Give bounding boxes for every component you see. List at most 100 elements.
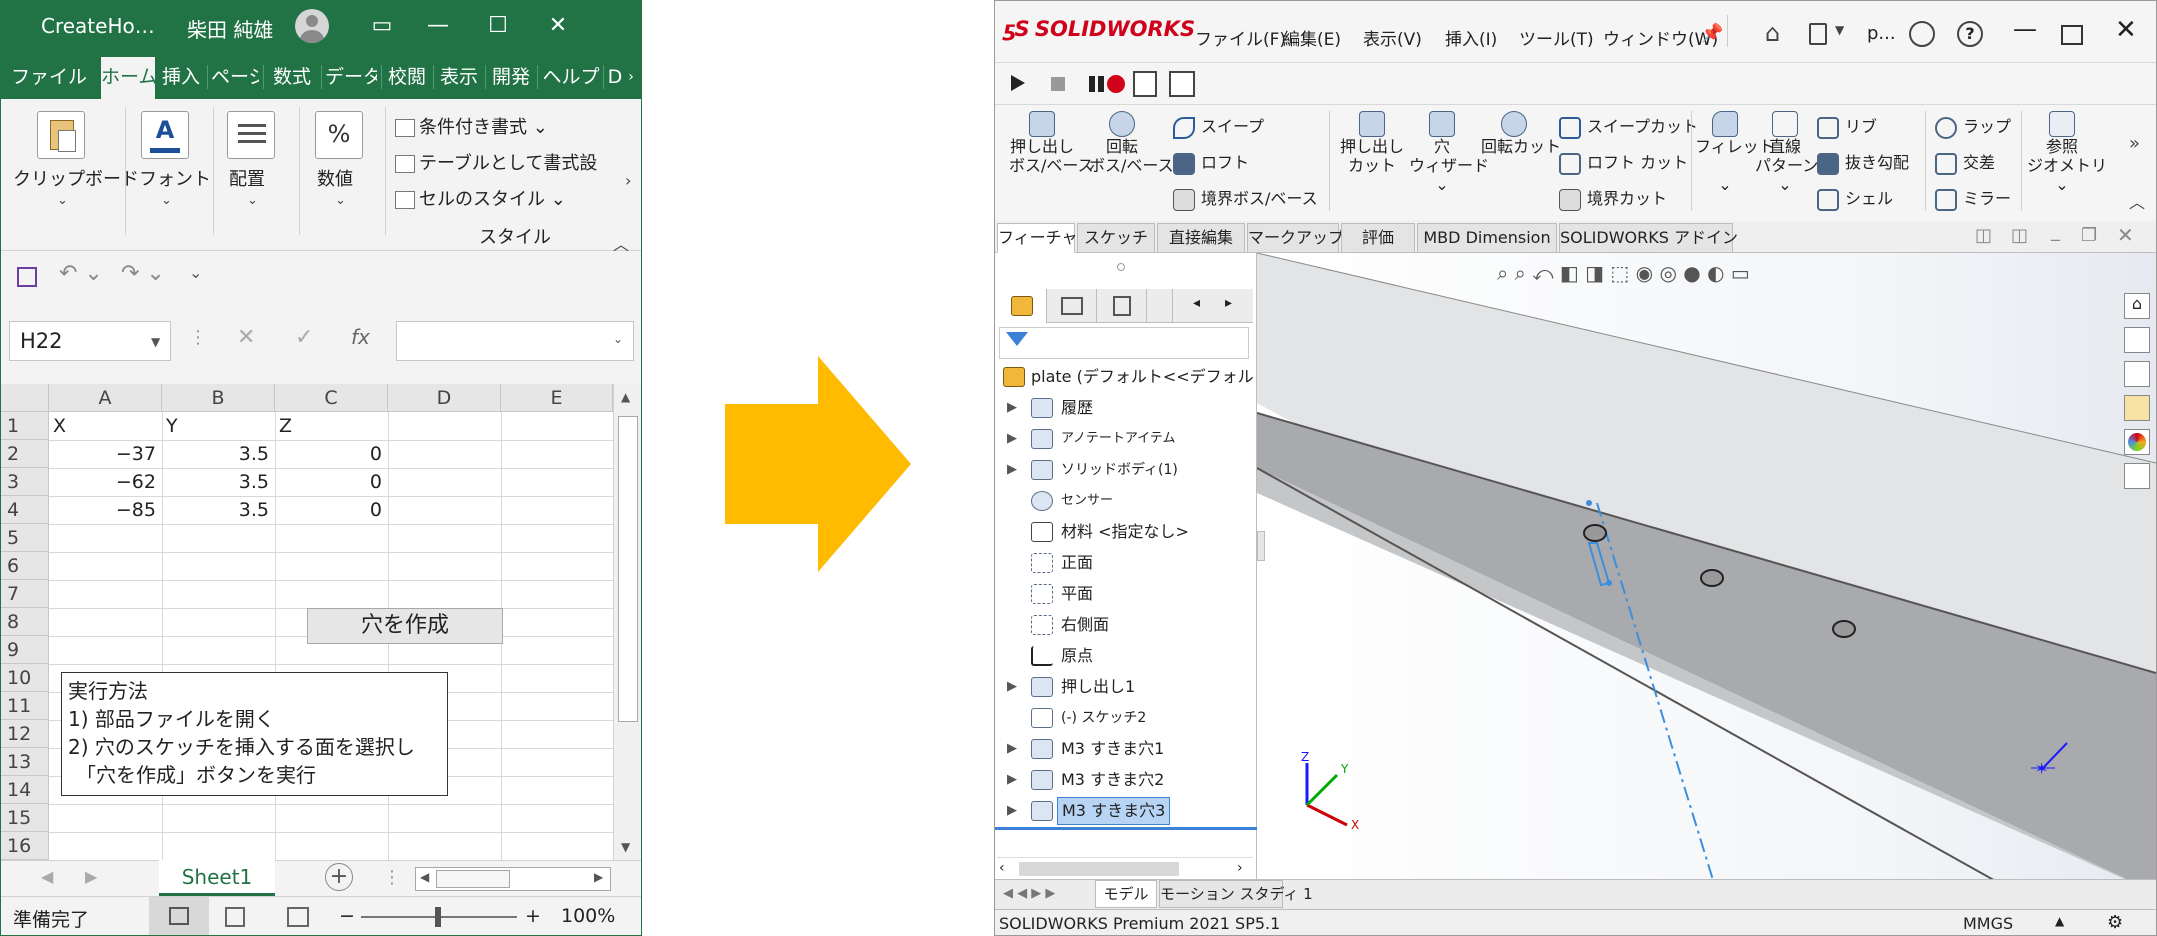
close-button[interactable]: ✕ (535, 7, 581, 45)
enter-icon[interactable]: ✓ (295, 325, 313, 350)
doc-restore-icon[interactable]: ❐ (2081, 225, 2097, 246)
tree-item-solid-bodies[interactable]: ▶ ソリッドボディ(1) (995, 456, 1253, 484)
heads-up-view-toolbar[interactable]: ⌕ ⌕ ⤺ ◧ ◨ ⬚ ◉ ◎ ● ◐ ▭ (1497, 261, 1750, 285)
pin-icon[interactable]: 📌 (1701, 23, 1723, 44)
row-header-5[interactable]: 5 (1, 524, 49, 552)
customize-status-icon[interactable]: ⚙ (2107, 912, 2123, 933)
design-library-icon[interactable] (2124, 327, 2150, 353)
zoom-to-fit-icon[interactable]: ⌕ (1497, 261, 1508, 285)
feature-manager-tab-icon[interactable] (997, 289, 1047, 323)
row-header-1[interactable]: 1 (1, 412, 49, 440)
hole-2[interactable] (1700, 569, 1724, 587)
cell-c1[interactable]: Z (275, 412, 388, 440)
hole-3[interactable] (1832, 620, 1856, 638)
view-settings-icon[interactable]: ▭ (1731, 261, 1750, 285)
appearances-icon[interactable] (2124, 429, 2150, 455)
dynamic-annotation-icon[interactable]: ◨ (1585, 261, 1604, 285)
tab-model[interactable]: モデル (1095, 880, 1157, 908)
page-break-icon[interactable] (287, 907, 309, 927)
tree-item-annotations[interactable]: ▶ アノテートアイテム (995, 425, 1253, 453)
minimize-button[interactable]: — (2013, 15, 2037, 43)
tabs-scroll-right-icon[interactable]: ▸ (1225, 295, 1232, 311)
tab-home[interactable]: ホーム (101, 57, 155, 99)
hide-show-icon[interactable]: ◎ (1659, 261, 1676, 285)
cell-b2[interactable]: 3.5 (162, 440, 275, 468)
file-explorer-icon[interactable] (2124, 361, 2150, 387)
tree-item-history[interactable]: ▶ 履歴 (995, 394, 1253, 422)
revolve-boss-button[interactable]: 回転 ボス/ベース (1089, 111, 1174, 175)
tab-solidworks-addins[interactable]: SOLIDWORKS アドイン (1559, 223, 1738, 253)
next-sheet-icon[interactable]: ▶ (85, 867, 97, 886)
row-header-15[interactable]: 15 (1, 804, 49, 832)
customize-qat-icon[interactable]: ⌄ (189, 263, 202, 282)
cancel-icon[interactable]: ✕ (237, 325, 255, 350)
edit-macro-icon[interactable] (1169, 71, 1195, 97)
intersect-button[interactable]: 交差 (1935, 149, 1995, 175)
tab-help[interactable]: ヘルプ (541, 57, 601, 99)
linear-pattern-button[interactable]: 直線 パターン ⌄ (1755, 111, 1818, 194)
section-view-icon[interactable]: ◧ (1560, 261, 1579, 285)
scroll-down-icon[interactable]: ▼ (621, 840, 630, 854)
mirror-button[interactable]: ミラー (1935, 185, 2011, 211)
graphics-area[interactable]: Z Y X ✶ ⌕ ⌕ ⤺ ◧ ◨ ⬚ ◉ ◎ ● ◐ ▭ ⌂ (1257, 253, 2156, 893)
unit-system[interactable]: MMGS (1963, 914, 2013, 933)
view-orientation-icon[interactable]: ⬚ (1610, 261, 1629, 285)
tree-item-right-plane[interactable]: 右側面 (995, 611, 1253, 639)
tab-formulas[interactable]: 数式 (267, 57, 317, 99)
doc-close-icon[interactable]: ✕ (2117, 223, 2134, 247)
cell-c3[interactable]: 0 (275, 468, 388, 496)
cell-styles-button[interactable]: セルのスタイル ⌄ (395, 185, 566, 211)
cell-a2[interactable]: −37 (49, 440, 162, 468)
scroll-up-icon[interactable]: ▲ (621, 390, 630, 404)
tree-item-sensors[interactable]: センサー (995, 487, 1253, 515)
chevron-down-icon[interactable]: ▼ (151, 335, 160, 349)
horizontal-scrollbar[interactable]: ◀ ▶ (415, 867, 611, 891)
tile-left-icon[interactable]: ◫ (1975, 225, 1992, 246)
sweep-cut-button[interactable]: スイープカット (1559, 113, 1698, 139)
previous-view-icon[interactable]: ⤺ (1532, 261, 1553, 285)
column-header-d[interactable]: D (388, 384, 501, 412)
extrude-boss-button[interactable]: 押し出し ボス/ベース (1009, 111, 1094, 175)
tabs-scroll-left-icon[interactable]: ◂ (1193, 295, 1200, 311)
tree-item-material[interactable]: 材料 <指定なし> (995, 518, 1253, 546)
vertical-scrollbar[interactable]: ▲ ▼ (613, 384, 641, 860)
column-header-e[interactable]: E (501, 384, 613, 412)
tab-direct-edit[interactable]: 直接編集 (1157, 223, 1245, 253)
maximize-button[interactable] (2061, 25, 2083, 45)
cell-a4[interactable]: −85 (49, 496, 162, 524)
stop-macro-icon[interactable] (1051, 77, 1065, 91)
rib-button[interactable]: リブ (1817, 113, 1877, 139)
redo-icon[interactable]: ↷ ⌄ (121, 261, 165, 286)
panel-splitter[interactable] (1257, 531, 1265, 561)
cell-b3[interactable]: 3.5 (162, 468, 275, 496)
menu-file[interactable]: ファイル(F) (1195, 25, 1286, 50)
row-header-10[interactable]: 10 (1, 664, 49, 692)
tab-mbd-dimension[interactable]: MBD Dimension (1417, 223, 1557, 253)
cell-b1[interactable]: Y (162, 412, 275, 440)
display-style-icon[interactable]: ◉ (1636, 261, 1653, 285)
hole-wizard-button[interactable]: 穴ウィザード ⌄ (1409, 111, 1489, 194)
draft-button[interactable]: 抜き勾配 (1817, 149, 1909, 175)
maximize-button[interactable]: ☐ (475, 7, 521, 45)
minimize-button[interactable]: — (415, 7, 461, 45)
group-number[interactable]: % 数値 ⌄ (303, 99, 381, 251)
row-header-6[interactable]: 6 (1, 552, 49, 580)
tab-insert[interactable]: 挿入 (158, 57, 204, 99)
new-document-icon[interactable] (1809, 23, 1827, 45)
zoom-thumb[interactable] (435, 907, 441, 927)
sweep-button[interactable]: スイープ (1173, 113, 1264, 139)
menu-view[interactable]: 表示(V) (1363, 25, 1422, 50)
boundary-cut-button[interactable]: 境界カット (1559, 185, 1667, 211)
horizontal-scroll-thumb[interactable] (436, 870, 510, 888)
shell-button[interactable]: シェル (1817, 185, 1893, 211)
tab-view[interactable]: 表示 (437, 57, 481, 99)
add-sheet-icon[interactable]: + (325, 863, 353, 891)
ribbon-scroll-icon[interactable]: › (625, 171, 631, 190)
menu-tools[interactable]: ツール(T) (1519, 25, 1594, 50)
solidworks-resources-icon[interactable]: ⌂ (2124, 293, 2150, 319)
insert-function-button[interactable]: fx (351, 325, 370, 349)
formula-input[interactable]: ⌄ (396, 321, 634, 361)
format-table-button[interactable]: テーブルとして書式設 (395, 149, 597, 175)
loft-button[interactable]: ロフト (1173, 149, 1249, 175)
tree-item-m3-hole3[interactable]: ▶ M3 すきま穴3 (995, 797, 1253, 825)
